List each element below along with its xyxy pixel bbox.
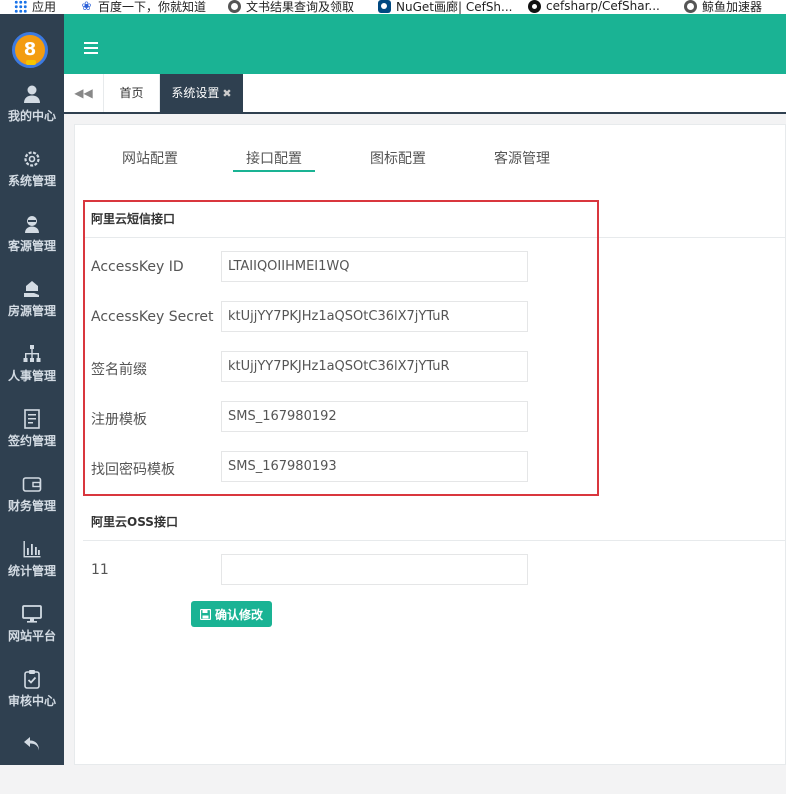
bookmark-label: 百度一下，你就知道 (98, 0, 207, 14)
close-icon[interactable]: ✖ (222, 87, 231, 100)
settings-panel: 网站配置 接口配置 图标配置 客源管理 阿里云短信接口 AccessKey ID… (74, 124, 786, 765)
apps-grid-icon (14, 0, 27, 13)
sidebar-item-label: 财务管理 (7, 499, 56, 513)
logo-text: 8 (23, 39, 37, 60)
sidebar: 8 我的中心 系统管理 客源管理 房源管理 人事管理 签约管理 财务管理 统计管… (0, 14, 64, 765)
sidebar-item-houses[interactable]: 房源管理 (0, 279, 64, 339)
baidu-paw-icon: ❀ (81, 0, 92, 13)
double-chevron-left-icon: ◀◀ (74, 86, 93, 100)
sms-section-highlight (83, 200, 599, 496)
sidebar-item-contracts[interactable]: 签约管理 (0, 409, 64, 469)
sidebar-item-label: 房源管理 (7, 304, 56, 318)
sidebar-item-review[interactable]: 审核中心 (0, 669, 64, 729)
oss-field-input[interactable] (221, 554, 528, 585)
bookmark-nuget[interactable]: NuGet画廊| CefSh... (378, 0, 512, 14)
tab-system-settings[interactable]: 系统设置 ✖ (160, 74, 243, 112)
oss-section-title: 阿里云OSS接口 (91, 515, 178, 529)
bookmark-baidu[interactable]: ❀ 百度一下，你就知道 (80, 0, 206, 14)
section-divider (83, 540, 786, 541)
org-chart-icon (23, 345, 41, 362)
page-tabs-bar: ◀◀ 首页 系统设置 ✖ (64, 74, 786, 114)
sidebar-item-system[interactable]: 系统管理 (0, 149, 64, 209)
sidebar-item-label: 系统管理 (7, 174, 56, 188)
save-icon (199, 608, 211, 620)
confirm-modify-button[interactable]: 确认修改 (191, 601, 272, 627)
menu-toggle-icon[interactable] (84, 42, 98, 44)
sidebar-item-label: 签约管理 (7, 434, 56, 448)
sidebar-item-statistics[interactable]: 统计管理 (0, 539, 64, 599)
bookmark-label: 鲸鱼加速器 (702, 0, 763, 14)
tab-api-config[interactable]: 接口配置 (246, 148, 302, 168)
house-hand-icon (24, 281, 39, 297)
sidebar-item-label: 网站平台 (7, 629, 56, 643)
bookmark-label: 应用 (32, 0, 57, 14)
bookmark-apps[interactable]: 应用 (14, 0, 56, 14)
nuget-icon (378, 0, 391, 13)
tab-label: 系统设置 (171, 86, 220, 100)
oss-field-label: 11 (91, 562, 109, 578)
sidebar-item-label: 人事管理 (7, 369, 56, 383)
sidebar-item-my-center[interactable]: 我的中心 (0, 84, 64, 144)
sidebar-item-hr[interactable]: 人事管理 (0, 344, 64, 404)
bookmark-document-query[interactable]: 文书结果查询及领取 (228, 0, 354, 14)
customer-icon (25, 216, 39, 233)
github-icon (528, 0, 541, 13)
globe-icon (684, 0, 697, 13)
sidebar-item-label: 客源管理 (7, 239, 56, 253)
user-icon (24, 85, 40, 103)
gear-icon (24, 151, 40, 167)
bookmark-label: 文书结果查询及领取 (246, 0, 355, 14)
active-tab-indicator (233, 170, 315, 172)
bar-chart-icon (23, 541, 41, 558)
sidebar-item-label: 我的中心 (7, 109, 56, 123)
checklist-icon (24, 670, 40, 689)
bookmark-accelerator[interactable]: 鲸鱼加速器 (684, 0, 762, 14)
sidebar-item-website[interactable]: 网站平台 (0, 604, 64, 664)
tabs-scroll-left-button[interactable]: ◀◀ (64, 74, 104, 112)
wallet-icon (22, 477, 42, 492)
sidebar-item-label: 统计管理 (7, 564, 56, 578)
monitor-icon (22, 605, 42, 623)
tab-customer-management[interactable]: 客源管理 (494, 148, 550, 168)
bookmark-label: cefsharp/CefShar... (546, 0, 660, 13)
bookmark-github[interactable]: cefsharp/CefShar... (528, 0, 660, 14)
tab-website-config[interactable]: 网站配置 (122, 148, 178, 168)
settings-subtabs: 网站配置 接口配置 图标配置 客源管理 (75, 125, 786, 173)
tab-home[interactable]: 首页 (104, 74, 160, 112)
sidebar-item-finance[interactable]: 财务管理 (0, 474, 64, 534)
globe-icon (228, 0, 241, 13)
confirm-button-label: 确认修改 (214, 607, 263, 622)
top-navbar (64, 14, 786, 74)
contract-icon (24, 409, 40, 429)
logo-badge (26, 60, 36, 65)
sidebar-item-back[interactable] (0, 734, 64, 794)
back-arrow-icon (24, 737, 39, 751)
sidebar-item-label: 审核中心 (7, 694, 56, 708)
bookmarks-bar: 应用 ❀ 百度一下，你就知道 文书结果查询及领取 NuGet画廊| CefSh.… (0, 0, 786, 14)
tab-icon-config[interactable]: 图标配置 (370, 148, 426, 168)
bookmark-label: NuGet画廊| CefSh... (396, 0, 513, 14)
sidebar-item-customers[interactable]: 客源管理 (0, 214, 64, 274)
